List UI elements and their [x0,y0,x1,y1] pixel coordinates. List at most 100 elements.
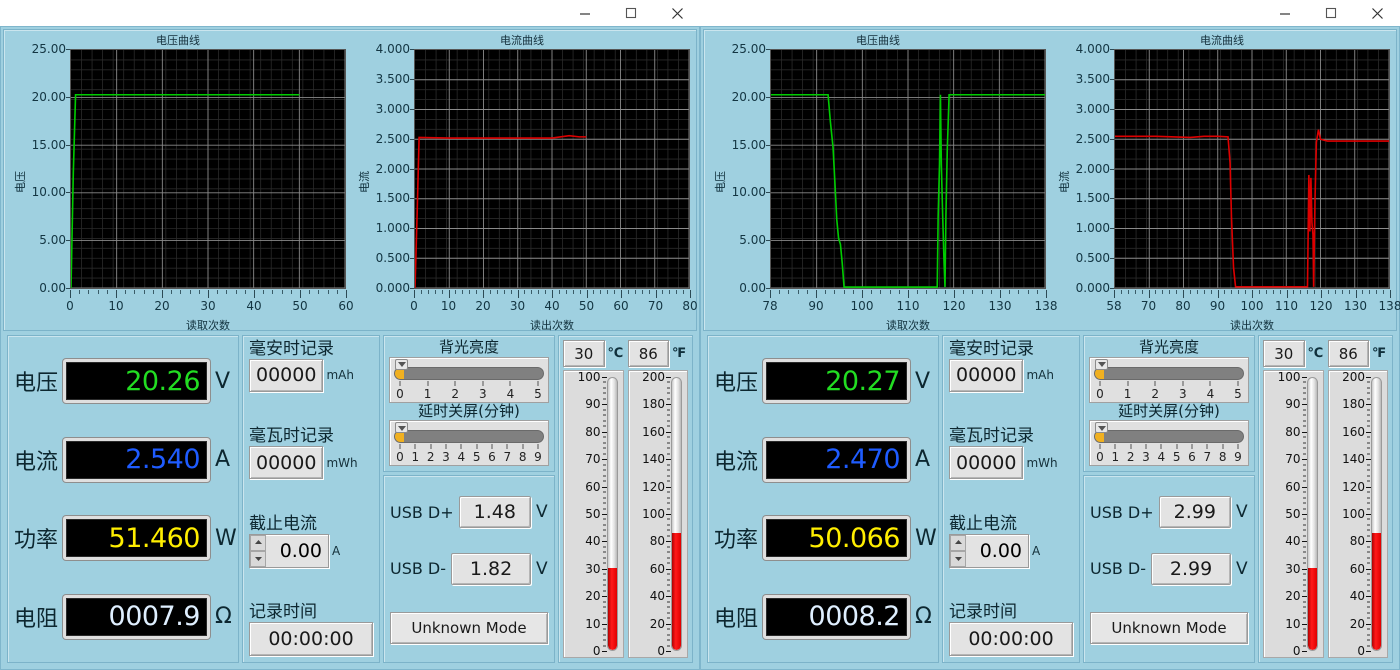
mwh-record-value[interactable]: 00000 [949,446,1024,480]
x-major-tick [655,290,657,298]
cutoff-current-row: 0.00 A [249,533,373,568]
x-major-tick [414,290,415,298]
x-major-tick [862,290,863,298]
x-minor-tick [420,290,422,294]
backlight-label: 背光亮度 [438,338,499,356]
thermo-minor-tick [1367,453,1370,455]
x-minor-tick [1279,290,1281,294]
tick-mark [522,444,524,449]
thermo-minor-tick [1367,469,1370,471]
tick-label: 0 [1096,386,1104,401]
y-axis-ticks: 25.00 20.00 15.00 10.00 5.00 0.00 [20,42,73,295]
x-minor-tick [217,290,219,294]
sleep-timer-slider[interactable]: 0123456789 [1089,420,1249,466]
y-tick-label: 2.000 [375,161,415,176]
maximize-button[interactable] [608,0,654,26]
x-minor-tick [462,290,464,294]
thermo-minor-tick [1367,639,1370,641]
x-minor-tick [963,290,965,294]
minimize-button[interactable] [562,0,608,26]
sleep-timer-slider[interactable]: 0123456789 [389,420,549,466]
thermo-minor-tick [667,414,670,416]
meter-row-3: 电阻 0008.2 Ω [714,594,932,639]
meter-value: 50.066 [808,522,901,554]
thermo-minor-tick [1367,612,1370,614]
close-button[interactable] [654,0,700,26]
minimize-button[interactable] [1262,0,1308,26]
mwh-record-value[interactable]: 00000 [249,446,324,480]
thermo-minor-tick [1367,546,1370,548]
thermo-mercury [672,533,681,650]
mwh-record-unit: mWh [326,455,358,470]
tick-label: 0 [1096,450,1104,464]
thermo-minor-tick [667,469,670,471]
thermo-minor-tick [1302,546,1306,548]
x-tick-label: 90 [1209,299,1226,313]
mwh-record-group: 毫瓦时记录 00000 mWh [249,428,373,480]
x-minor-tick [134,290,136,294]
thermo-minor-tick [667,508,670,510]
cutoff-current-value[interactable]: 0.00 [266,535,328,567]
thermo-tick-label: 0 [1292,644,1306,658]
plot-canvas[interactable] [770,49,1046,289]
x-minor-tick [683,290,685,294]
slider-thumb[interactable] [1095,358,1108,370]
tick-mark [537,380,539,386]
thermo-minor-tick [602,612,606,614]
usb-dplus-value: 2.99 [1158,496,1231,529]
meter-value: 0008.2 [808,601,901,633]
backlight-group: 背光亮度 0 1 2 3 4 5 [389,339,549,403]
slider-thumb[interactable] [1095,422,1108,433]
window-right: 电压曲线 电压 25.00 20.00 15.00 10.00 5.00 0.00 78 90 10… [700,0,1400,670]
mah-record-label: 毫安时记录 [249,339,334,359]
x-minor-tick [607,290,609,294]
thermo-minor-tick [602,409,606,411]
thermo-minor-tick [1302,551,1306,553]
charge-mode-button[interactable]: Unknown Mode [390,611,548,644]
backlight-slider[interactable]: 0 1 2 3 4 5 [1089,356,1249,403]
x-minor-tick [189,290,191,294]
x-minor-tick [318,290,320,294]
meter-label: 电流 [14,449,59,475]
cutoff-current-unit: A [332,543,341,558]
thermo-unit: ℃ [607,346,624,361]
meter-display: 0007.9 [63,594,210,639]
spinner-up-button[interactable] [250,534,266,551]
mah-record-value[interactable]: 00000 [949,358,1024,392]
tick-label: 4 [1157,450,1166,464]
spinner-down-button[interactable] [950,550,966,567]
charge-mode-button[interactable]: Unknown Mode [1090,611,1248,644]
spinner-down-button[interactable] [250,550,266,567]
close-button[interactable] [1354,0,1400,26]
plot-canvas[interactable] [1114,49,1390,289]
slider-thumb[interactable] [395,422,408,433]
plot-canvas[interactable] [70,49,346,289]
plot-canvas[interactable] [414,49,690,289]
slider-thumb[interactable] [395,358,408,370]
record-time-value: 00:00:00 [249,621,373,656]
y-tick-label: 0.500 [1075,251,1115,266]
spinner-up-button[interactable] [950,534,966,551]
thermo-minor-tick [602,590,606,592]
thermo-minor-tick [602,464,606,466]
thermo-tick-label: 90 [1285,397,1307,412]
backlight-slider[interactable]: 0 1 2 3 4 5 [389,356,549,403]
cutoff-current-spinner[interactable]: 0.00 [949,533,1029,568]
thermo-minor-tick [1367,425,1370,427]
mah-record-value[interactable]: 00000 [249,358,324,392]
usb-dplus-row: USB D+ 2.99 V [1090,496,1248,529]
cutoff-current-value[interactable]: 0.00 [966,535,1028,567]
usb-dplus-unit: V [1236,502,1248,523]
thermo-unit: ℃ [1307,346,1324,361]
tick-mark [399,444,401,449]
x-minor-tick [1134,290,1136,294]
thermo-minor-tick [667,546,670,548]
spinner-buttons [950,534,966,567]
cutoff-current-spinner[interactable]: 0.00 [249,533,329,568]
x-minor-tick [1376,290,1378,294]
thermo-minor-tick [1302,518,1306,520]
thermo-minor-tick [1367,606,1370,608]
x-minor-tick [669,290,671,294]
maximize-button[interactable] [1308,0,1354,26]
slider-track [394,422,544,443]
